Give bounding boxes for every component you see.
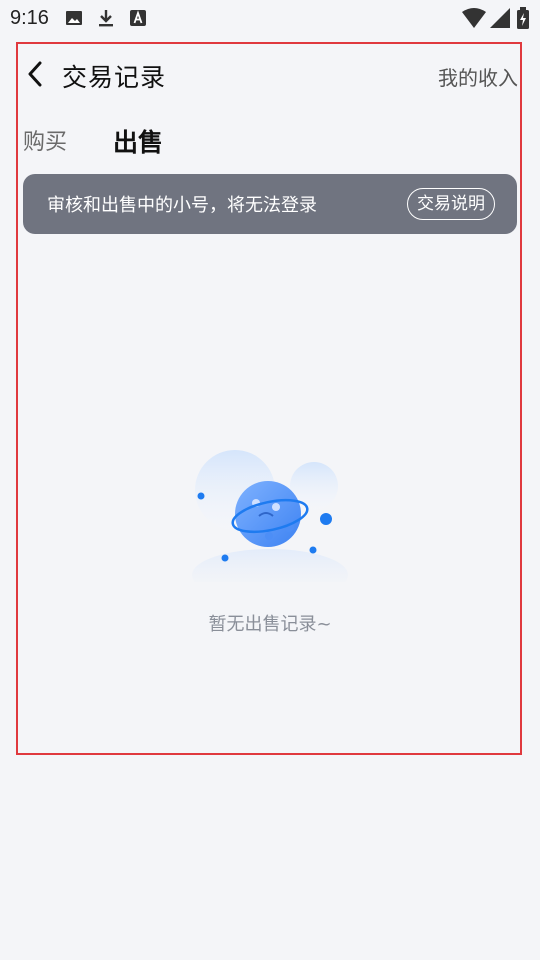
page-title: 交易记录 [62, 63, 167, 92]
header: 交易记录 我的收入 [16, 46, 522, 102]
trade-info-button[interactable]: 交易说明 [407, 188, 495, 220]
font-icon [129, 9, 147, 27]
status-time: 9:16 [10, 6, 49, 29]
tab-sell[interactable]: 出售 [113, 126, 163, 160]
wifi-icon [462, 8, 486, 33]
my-income-link[interactable]: 我的收入 [438, 62, 518, 91]
signal-icon [490, 8, 512, 33]
status-system-icons [462, 7, 530, 34]
battery-icon [516, 7, 530, 34]
record-tabs: 购买 出售 [23, 124, 209, 160]
image-icon [65, 9, 83, 27]
back-button[interactable] [22, 60, 48, 88]
download-icon [97, 9, 115, 27]
chevron-left-icon [28, 61, 42, 87]
tab-buy[interactable]: 购买 [23, 126, 67, 160]
notice-text: 审核和出售中的小号，将无法登录 [47, 195, 317, 216]
status-bar: 9:16 [0, 0, 540, 36]
sad-planet-icon [190, 450, 350, 601]
empty-state-text: 暂无出售记录~ [208, 614, 332, 635]
status-notification-icons [65, 9, 147, 27]
notice-banner: 审核和出售中的小号，将无法登录 交易说明 [23, 174, 517, 234]
